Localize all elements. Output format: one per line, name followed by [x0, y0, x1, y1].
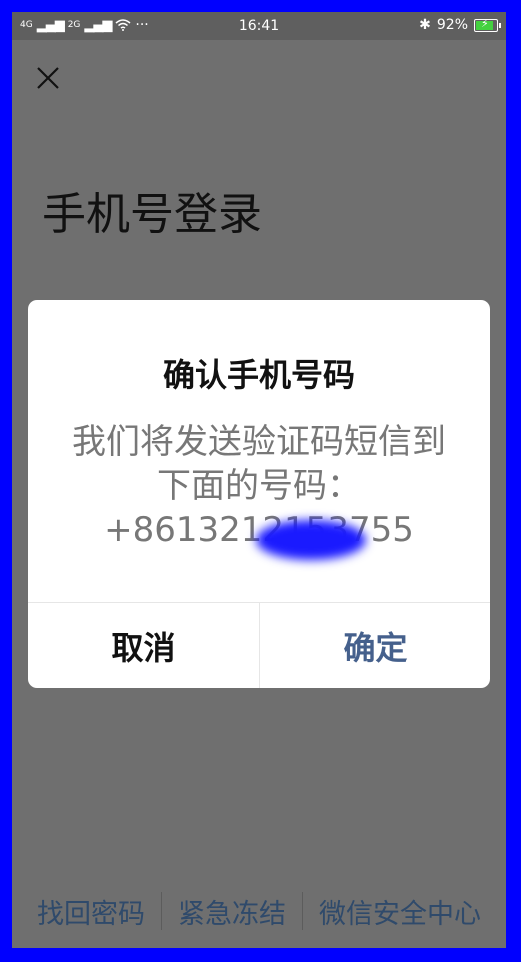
security-center-link[interactable]: 微信安全中心: [303, 892, 497, 931]
confirm-button[interactable]: 确定: [260, 603, 490, 688]
close-icon[interactable]: [34, 64, 62, 92]
dialog-title: 确认手机号码: [162, 356, 355, 394]
status-bar: 4G ▂▄▆ 2G ▂▄▆ ··· 16:41 ✱ 92% ⚡: [12, 12, 506, 40]
cancel-button[interactable]: 取消: [28, 603, 259, 688]
redaction-blur: [256, 520, 366, 560]
battery-icon: ⚡: [474, 17, 501, 32]
confirm-phone-dialog: 确认手机号码 我们将发送验证码短信到 下面的号码： +8613212153755…: [28, 300, 490, 688]
bluetooth-icon: ✱: [419, 17, 431, 33]
message-line-1: 我们将发送验证码短信到: [72, 422, 446, 462]
recover-password-link[interactable]: 找回密码: [21, 892, 161, 931]
emergency-freeze-link[interactable]: 紧急冻结: [162, 892, 302, 931]
battery-percent: 92%: [436, 17, 468, 33]
message-line-2: 下面的号码：: [157, 466, 361, 506]
phone-screen: 4G ▂▄▆ 2G ▂▄▆ ··· 16:41 ✱ 92% ⚡ 手机号登录 确认…: [12, 12, 506, 948]
bottom-links: 找回密码 紧急冻结 微信安全中心: [12, 888, 506, 934]
page-title: 手机号登录: [42, 189, 262, 240]
status-right: ✱ 92% ⚡: [419, 17, 501, 33]
